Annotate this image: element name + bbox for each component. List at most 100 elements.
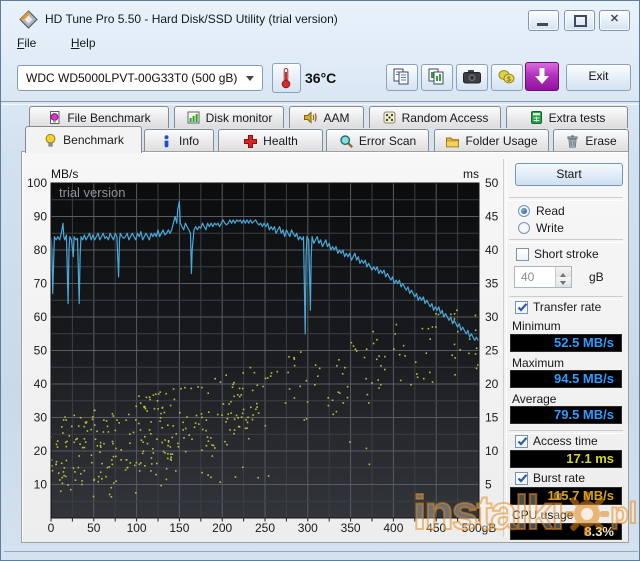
menu-file[interactable]: File (9, 34, 44, 52)
drive-select-value: WDC WD5000LPVT-00G33T0 (500 gB) (26, 71, 238, 85)
tab-erase[interactable]: Erase (553, 129, 629, 152)
short-stroke-checkbox[interactable] (516, 248, 529, 261)
checkmark-icon (517, 303, 528, 312)
access-time-checkbox[interactable] (515, 435, 528, 448)
read-radio[interactable] (518, 205, 530, 217)
maximize-button[interactable] (564, 10, 595, 31)
tab-label: Benchmark (63, 133, 124, 147)
minimum-value: 52.5 MB/s (510, 334, 622, 352)
transfer-rate-checkbox[interactable] (515, 301, 528, 314)
file-benchmark-icon (50, 111, 60, 124)
short-stroke-label: Short stroke (534, 247, 599, 261)
minimum-label: Minimum (512, 319, 561, 333)
start-button[interactable]: Start (515, 163, 623, 186)
tab-label: Extra tests (548, 110, 606, 125)
minimize-button[interactable] (528, 10, 559, 31)
spinner-down[interactable] (556, 277, 571, 287)
burst-rate-value: 115.7 MB/s (510, 487, 622, 505)
tab-label: Disk monitor (205, 110, 273, 125)
capacity-spinner[interactable]: 40 (514, 266, 572, 288)
tab-file-benchmark[interactable]: File Benchmark (29, 106, 169, 128)
maximum-value: 94.5 MB/s (510, 370, 622, 388)
tab-label: File Benchmark (67, 110, 151, 125)
hd-tune-window: HD Tune Pro 5.50 - Hard Disk/SSD Utility… (0, 0, 640, 561)
benchmark-bulb-icon (45, 133, 56, 147)
maximize-icon (574, 15, 587, 27)
access-time-value: 17.1 ms (510, 450, 622, 468)
read-label: Read (536, 204, 565, 218)
window-title: HD Tune Pro 5.50 - Hard Disk/SSD Utility… (45, 12, 338, 26)
tab-aam[interactable]: AAM (289, 106, 364, 128)
tab-health[interactable]: Health (218, 129, 323, 152)
app-icon (19, 10, 38, 29)
close-button[interactable]: ✕ (599, 10, 630, 31)
temperature-button[interactable] (272, 63, 301, 93)
tab-disk-monitor[interactable]: Disk monitor (174, 106, 284, 128)
checkmark-icon (517, 474, 528, 483)
disk-monitor-icon (187, 111, 200, 124)
exit-button[interactable]: Exit (566, 64, 631, 91)
tab-label: Health (263, 134, 298, 148)
tab-extra-tests[interactable]: Extra tests (506, 106, 628, 128)
spinner-buttons[interactable] (555, 267, 571, 287)
temperature-value: 36°C (305, 70, 337, 86)
dice-icon (383, 111, 396, 124)
drive-select[interactable]: WDC WD5000LPVT-00G33T0 (500 gB) (17, 65, 263, 91)
tab-label: Erase (585, 134, 617, 148)
maximum-label: Maximum (512, 356, 565, 370)
window-bottom-edge (4, 551, 638, 552)
cpu-usage-label: CPU usage (512, 508, 574, 522)
coins-icon: $ (498, 70, 515, 84)
screenshot-button[interactable] (456, 64, 488, 91)
up-arrow-icon (560, 270, 566, 277)
access-time-label: Access time (533, 434, 598, 448)
cpu-usage-value: 8.3% (510, 523, 622, 540)
capacity-unit-label: gB (589, 270, 604, 284)
toolbar-separator (1, 101, 639, 105)
separator (509, 197, 623, 201)
checkmark-icon (517, 437, 528, 446)
tab-benchmark[interactable]: Benchmark (25, 126, 142, 153)
copy-image-icon (428, 68, 444, 85)
tab-random-access[interactable]: Random Access (369, 106, 501, 128)
chevron-down-icon (246, 76, 254, 85)
burst-rate-label: Burst rate (533, 471, 586, 485)
separator (509, 239, 623, 243)
write-label: Write (536, 221, 564, 235)
close-icon: ✕ (609, 13, 620, 25)
copy-image-button[interactable] (421, 64, 453, 91)
speaker-icon (304, 111, 318, 124)
tab-info[interactable]: Info (144, 129, 214, 152)
tab-label: Random Access (401, 110, 489, 125)
tab-label: AAM (323, 110, 350, 125)
download-update-button[interactable] (525, 62, 559, 91)
tab-label: Info (178, 134, 199, 148)
transfer-rate-label: Transfer rate (533, 300, 602, 314)
info-icon (164, 134, 169, 147)
write-radio[interactable] (518, 222, 530, 234)
tab-label: Folder Usage (465, 134, 538, 148)
burst-rate-checkbox[interactable] (515, 472, 528, 485)
menu-bar: File Help (9, 34, 104, 52)
menu-help[interactable]: Help (63, 34, 104, 52)
camera-icon (463, 70, 481, 84)
tab-label: Error Scan (358, 134, 417, 148)
average-value: 79.5 MB/s (510, 406, 622, 424)
tab-error-scan[interactable]: Error Scan (326, 129, 429, 152)
trash-icon (567, 134, 578, 147)
copy-text-button[interactable] (386, 64, 418, 91)
download-icon (535, 68, 549, 84)
minimize-icon (537, 23, 548, 26)
copy-text-icon (393, 68, 409, 85)
tab-folder-usage[interactable]: Folder Usage (434, 129, 549, 152)
down-arrow-icon (560, 281, 566, 288)
svg-text:$: $ (507, 77, 511, 84)
magnifier-icon (340, 134, 353, 148)
panel-separator (503, 159, 507, 537)
submit-results-button[interactable]: $ (491, 64, 523, 91)
calculator-icon (530, 111, 542, 124)
thermometer-icon (281, 68, 291, 89)
capacity-value: 40 (521, 270, 535, 284)
folder-icon (446, 137, 460, 147)
health-cross-icon (244, 134, 258, 148)
